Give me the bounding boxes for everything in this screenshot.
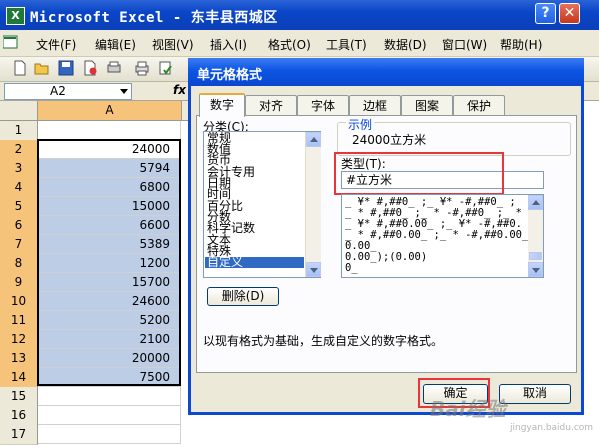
format-code-list[interactable]: _ ¥* #,##0_ ;_ ¥* -#,##0_ ; _ * #,##0_ ;… [341, 194, 544, 278]
column-header-a[interactable]: A [38, 101, 182, 121]
row-header[interactable]: 4 [0, 178, 38, 198]
tab-protection[interactable]: 保护 [453, 95, 505, 115]
permission-icon[interactable] [82, 60, 98, 76]
new-icon[interactable] [12, 60, 28, 76]
row-header[interactable]: 8 [0, 254, 38, 274]
menu-file[interactable]: 文件(F) [36, 36, 76, 53]
cell[interactable] [38, 121, 181, 140]
cell[interactable] [38, 406, 181, 425]
spellcheck-icon[interactable] [158, 60, 174, 76]
help-button[interactable]: ? [535, 3, 556, 24]
excel-icon: X [6, 7, 25, 25]
print-preview-icon[interactable] [106, 60, 122, 76]
open-icon[interactable] [34, 60, 50, 76]
row-header[interactable]: 14 [0, 368, 38, 388]
menu-data[interactable]: 数据(D) [384, 36, 427, 53]
row-header[interactable]: 16 [0, 406, 38, 426]
scroll-down-icon[interactable] [528, 262, 543, 277]
cell[interactable]: 5200 [38, 311, 181, 330]
fx-label[interactable]: fx [173, 83, 186, 97]
cell[interactable]: 15000 [38, 197, 181, 216]
row-header[interactable]: 17 [0, 425, 38, 445]
window-title: Microsoft Excel - 东丰县西城区 [30, 10, 278, 26]
cell[interactable]: 20000 [38, 349, 181, 368]
menu-edit[interactable]: 编辑(E) [95, 36, 136, 53]
watermark-subtext: jingyan.baidu.com [510, 423, 594, 433]
cell[interactable]: 6600 [38, 216, 181, 235]
category-list[interactable]: 常规 数值 货币 会计专用 日期 时间 百分比 分数 科学记数 文本 特殊 自定… [203, 131, 321, 278]
menu-window[interactable]: 窗口(W) [442, 36, 487, 53]
cell[interactable]: 5389 [38, 235, 181, 254]
cell[interactable]: 2100 [38, 330, 181, 349]
cell[interactable]: 15700 [38, 273, 181, 292]
row-header[interactable]: 2 [0, 140, 38, 160]
cell[interactable]: 1200 [38, 254, 181, 273]
tab-border[interactable]: 边框 [349, 95, 401, 115]
menu-view[interactable]: 视图(V) [152, 36, 194, 53]
tab-number[interactable]: 数字 [199, 93, 245, 117]
format-code-item[interactable]: 0_ [345, 263, 358, 274]
row-header[interactable]: 5 [0, 197, 38, 217]
tab-font[interactable]: 字体 [297, 95, 349, 115]
scrollbar-thumb[interactable] [529, 252, 542, 260]
tab-patterns[interactable]: 图案 [401, 95, 453, 115]
cell[interactable] [38, 425, 181, 444]
row-header[interactable]: 1 [0, 121, 38, 141]
dialog-title-bar[interactable]: 单元格格式 [188, 58, 584, 86]
cell[interactable]: 24600 [38, 292, 181, 311]
hint-text: 以现有格式为基础，生成自定义的数字格式。 [203, 334, 444, 348]
tab-alignment[interactable]: 对齐 [245, 95, 297, 115]
scroll-down-icon[interactable] [306, 262, 321, 277]
cancel-button[interactable]: 取消 [499, 384, 571, 404]
title-bar: X Microsoft Excel - 东丰县西城区 [0, 0, 599, 30]
menu-help[interactable]: 帮助(H) [500, 36, 542, 53]
sample-value: 24000立方米 [352, 133, 427, 147]
save-icon[interactable] [58, 60, 74, 76]
cell[interactable]: 5794 [38, 159, 181, 178]
select-all-corner[interactable] [0, 101, 38, 121]
format-list-scrollbar[interactable] [528, 195, 543, 277]
row-header[interactable]: 9 [0, 273, 38, 293]
highlight-type-box [334, 152, 504, 195]
dialog-title: 单元格格式 [197, 68, 263, 83]
cell[interactable]: 7500 [38, 368, 181, 387]
row-header[interactable]: 12 [0, 330, 38, 350]
row-header[interactable]: 11 [0, 311, 38, 331]
print-icon[interactable] [134, 60, 150, 76]
row-header[interactable]: 13 [0, 349, 38, 369]
menu-bar: 文件(F) 编辑(E) 视图(V) 插入(I) 格式(O) 工具(T) 数据(D… [0, 30, 599, 57]
scroll-up-icon[interactable] [528, 195, 543, 210]
cell-active[interactable]: 24000 [38, 140, 181, 159]
category-scrollbar[interactable] [305, 132, 321, 277]
row-header[interactable]: 10 [0, 292, 38, 312]
workbook-icon[interactable] [3, 35, 19, 49]
row-header[interactable]: 3 [0, 159, 38, 179]
name-box-value: A2 [50, 84, 66, 98]
watermark: Bai经验 [430, 397, 506, 421]
close-button[interactable]: ✕ [559, 3, 580, 24]
menu-tools[interactable]: 工具(T) [326, 36, 367, 53]
scroll-up-icon[interactable] [306, 132, 321, 147]
delete-button[interactable]: 删除(D) [207, 287, 279, 306]
menu-format[interactable]: 格式(O) [268, 36, 311, 53]
row-header[interactable]: 15 [0, 387, 38, 407]
row-header[interactable]: 6 [0, 216, 38, 236]
cell[interactable]: 6800 [38, 178, 181, 197]
chevron-down-icon[interactable] [120, 89, 128, 94]
menu-insert[interactable]: 插入(I) [210, 36, 247, 53]
category-item-selected[interactable]: 自定义 [205, 256, 304, 269]
cell[interactable] [38, 387, 181, 406]
row-header[interactable]: 7 [0, 235, 38, 255]
name-box[interactable]: A2 [4, 83, 132, 100]
